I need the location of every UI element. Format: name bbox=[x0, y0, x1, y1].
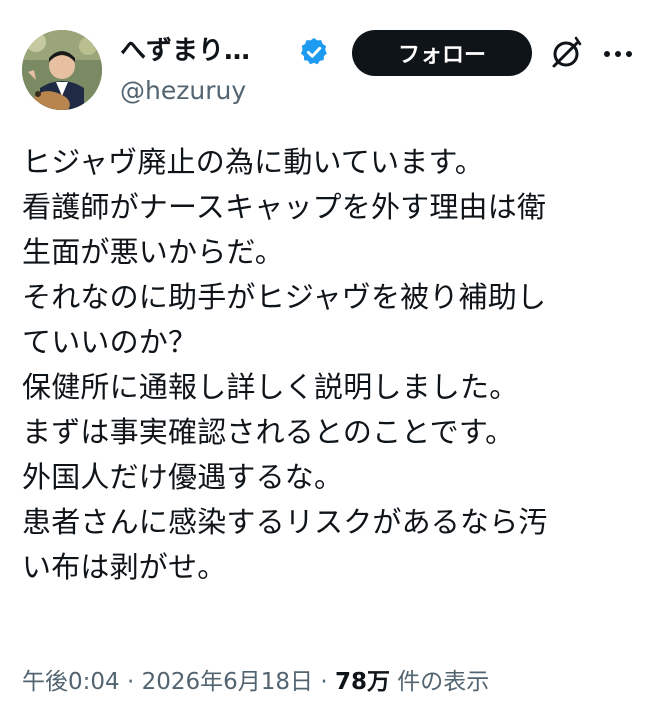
follow-button[interactable]: フォロー bbox=[352, 30, 532, 76]
tweet-text: ヒジャヴ廃止の為に動いています。 看護師がナースキャップを外す理由は衛 生面が悪… bbox=[22, 140, 647, 590]
tweet-line: ていいのか？ bbox=[22, 325, 198, 359]
display-name[interactable]: へずまり… bbox=[120, 34, 250, 68]
more-horizontal-icon[interactable] bbox=[600, 42, 636, 66]
view-label: 件の表示 bbox=[389, 669, 490, 695]
tweet-line: 生面が悪いからだ。 bbox=[22, 235, 284, 269]
tweet-line: 保健所に通報し詳しく説明しました。 bbox=[22, 370, 519, 404]
slashed-circle-icon[interactable] bbox=[548, 36, 584, 72]
tweet-line: 外国人だけ優遇するな。 bbox=[22, 460, 344, 494]
tweet-line: 看護師がナースキャップを外す理由は衛 bbox=[22, 190, 547, 224]
tweet-line: ヒジャヴ廃止の為に動いています。 bbox=[22, 145, 484, 179]
verified-badge-icon bbox=[300, 38, 327, 65]
avatar-photo bbox=[22, 30, 102, 110]
tweet-meta: 午後0:04 · 2026年6月18日 · 78万 件の表示 bbox=[22, 664, 489, 700]
view-count[interactable]: 78万 bbox=[335, 669, 390, 695]
tweet-line: い布は剥がせ。 bbox=[22, 550, 227, 584]
user-handle[interactable]: @hezuruy bbox=[120, 74, 250, 108]
tweet-header: へずまり… @hezuruy フォロー bbox=[22, 30, 642, 110]
user-info: へずまり… @hezuruy bbox=[120, 34, 250, 108]
tweet-line: それなのに助手がヒジャヴを被り補助し bbox=[22, 280, 547, 314]
tweet-line: まずは事実確認されるとのことです。 bbox=[22, 415, 515, 449]
tweet-line: 患者さんに感染するリスクがあるなら汚 bbox=[22, 505, 548, 539]
post-date[interactable]: 2026年6月18日 bbox=[142, 669, 313, 695]
meta-separator: · bbox=[313, 669, 335, 695]
post-time[interactable]: 午後0:04 bbox=[22, 669, 120, 695]
avatar[interactable] bbox=[22, 30, 102, 110]
meta-separator: · bbox=[119, 669, 142, 695]
